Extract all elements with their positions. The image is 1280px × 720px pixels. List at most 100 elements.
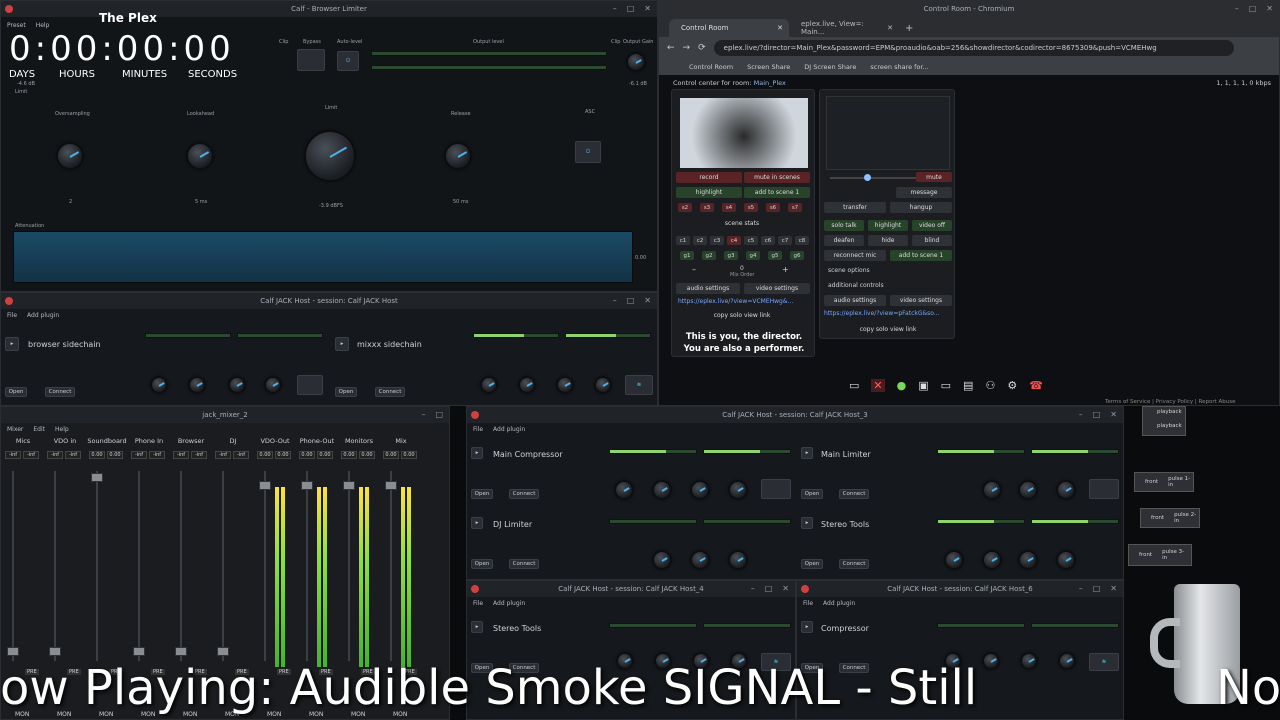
reconnect-mic-button[interactable]: reconnect mic <box>824 250 886 261</box>
add-scene-button[interactable]: add to scene 1 <box>890 250 952 261</box>
cluster-c4[interactable]: c4 <box>727 236 741 245</box>
connect-button[interactable]: Connect <box>839 559 869 569</box>
group-g2[interactable]: g2 <box>702 251 716 260</box>
cluster-c3[interactable]: c3 <box>710 236 724 245</box>
bypass-toggle-active[interactable]: ≋ <box>1089 653 1119 671</box>
footer-links[interactable]: Terms of Service | Privacy Policy | Repo… <box>1105 399 1235 405</box>
maximize-icon[interactable]: □ <box>627 296 635 305</box>
menu-edit[interactable]: Edit <box>33 426 45 433</box>
scene-s6[interactable]: s6 <box>766 203 780 212</box>
screenshare-icon[interactable]: ▭ <box>941 379 951 392</box>
menu-preset[interactable]: Preset <box>7 22 26 29</box>
limit-knob[interactable] <box>653 551 671 569</box>
open-button[interactable]: Open <box>801 489 823 499</box>
participants-icon[interactable]: ⚇ <box>985 379 995 392</box>
compressor-knob[interactable] <box>1059 653 1075 669</box>
group-g4[interactable]: g4 <box>746 251 760 260</box>
fader-handle[interactable] <box>343 481 355 490</box>
threshold-knob[interactable] <box>519 377 535 393</box>
makeup-knob[interactable] <box>229 377 245 393</box>
menu-add-plugin[interactable]: Add plugin <box>493 600 525 607</box>
autolevel-power-button[interactable]: ⏻ <box>337 51 359 71</box>
connect-button[interactable]: Connect <box>839 489 869 499</box>
limiter-knob[interactable] <box>1019 481 1037 499</box>
menu-help[interactable]: Help <box>36 22 50 29</box>
stereo-knob[interactable] <box>1019 551 1037 569</box>
message-button[interactable]: message <box>896 187 952 198</box>
release-knob[interactable] <box>729 551 747 569</box>
maximize-icon[interactable]: □ <box>1249 4 1257 13</box>
add-scene-button[interactable]: add to scene 1 <box>744 187 810 198</box>
group-g6[interactable]: g6 <box>790 251 804 260</box>
tab-close-icon[interactable]: ✕ <box>777 24 783 32</box>
mute-speaker-icon[interactable]: ✕ <box>871 379 885 392</box>
forward-icon[interactable]: → <box>683 43 691 53</box>
fader-handle[interactable] <box>259 481 271 490</box>
scene-s3[interactable]: s3 <box>700 203 714 212</box>
tab-view[interactable]: eplex.live, View=: Main... ✕ <box>789 19 899 37</box>
scene-s2[interactable]: s2 <box>678 203 692 212</box>
scene-stats-button[interactable]: scene stats <box>702 218 782 228</box>
mix-knob[interactable] <box>595 377 611 393</box>
menu-file[interactable]: File <box>473 426 483 433</box>
compressor-knob[interactable] <box>615 481 633 499</box>
fader-handle[interactable] <box>385 481 397 490</box>
cluster-c1[interactable]: c1 <box>676 236 690 245</box>
hangup-icon[interactable]: ☎ <box>1029 379 1043 392</box>
ratio-knob[interactable] <box>151 377 167 393</box>
ratio-knob[interactable] <box>481 377 497 393</box>
patch-node-pulse-3[interactable]: front pulse 3-in <box>1128 544 1192 566</box>
compressor-knob[interactable] <box>691 481 709 499</box>
highlight-button[interactable]: highlight <box>676 187 742 198</box>
minimize-icon[interactable]: – <box>1079 584 1083 593</box>
plugin-expand-button[interactable]: ▸ <box>801 447 813 459</box>
connect-button[interactable]: Connect <box>509 489 539 499</box>
lookahead-knob[interactable] <box>187 143 213 169</box>
mute-button[interactable]: mute <box>916 172 952 182</box>
menu-help[interactable]: Help <box>55 426 69 433</box>
open-button[interactable]: Open <box>5 387 27 397</box>
open-button[interactable]: Open <box>801 559 823 569</box>
new-tab-icon[interactable]: + <box>905 23 913 34</box>
record-button[interactable]: record <box>676 172 742 183</box>
minimize-icon[interactable]: – <box>1235 4 1239 13</box>
bookmark-item[interactable]: DJ Screen Share <box>804 63 856 71</box>
maximize-icon[interactable]: □ <box>1093 584 1101 593</box>
minimize-icon[interactable]: – <box>751 584 755 593</box>
patch-node-playback[interactable]: playback playback <box>1142 406 1186 436</box>
video-off-button[interactable]: video off <box>912 220 952 231</box>
fader-handle[interactable] <box>217 647 229 656</box>
solo-view-link[interactable]: https://eplex.live/?view=pFatckG&so... <box>824 310 940 317</box>
fader-handle[interactable] <box>91 473 103 482</box>
oversampling-knob[interactable] <box>57 143 83 169</box>
fader-handle[interactable] <box>301 481 313 490</box>
minimize-icon[interactable]: – <box>613 4 617 13</box>
mute-scenes-button[interactable]: mute in scenes <box>744 172 810 183</box>
cluster-c8[interactable]: c8 <box>795 236 809 245</box>
transfer-button[interactable]: transfer <box>824 202 886 213</box>
plugin-expand-button[interactable]: ▸ <box>471 517 483 529</box>
hangup-button[interactable]: hangup <box>890 202 952 213</box>
copy-solo-link-button[interactable]: copy solo view link <box>838 324 938 335</box>
lookahead-knob[interactable] <box>691 551 709 569</box>
mix-knob[interactable] <box>265 377 281 393</box>
scene-s5[interactable]: s5 <box>744 203 758 212</box>
fader-handle[interactable] <box>49 647 61 656</box>
cluster-c7[interactable]: c7 <box>778 236 792 245</box>
close-icon[interactable]: ✕ <box>644 4 651 13</box>
open-button[interactable]: Open <box>471 489 493 499</box>
compressor-knob[interactable] <box>983 653 999 669</box>
maximize-icon[interactable]: □ <box>765 584 773 593</box>
cluster-c2[interactable]: c2 <box>693 236 707 245</box>
bookmark-item[interactable]: Control Room <box>689 63 733 71</box>
cluster-c6[interactable]: c6 <box>761 236 775 245</box>
address-bar[interactable]: eplex.live/?director=Main_Plex&password=… <box>713 40 1234 56</box>
menu-mixer[interactable]: Mixer <box>7 426 23 433</box>
plugin-expand-button[interactable]: ▸ <box>5 337 19 351</box>
compressor-knob[interactable] <box>1021 653 1037 669</box>
compressor-knob[interactable] <box>729 481 747 499</box>
menu-file[interactable]: File <box>7 312 17 319</box>
video-settings-button[interactable]: video settings <box>744 283 810 294</box>
fader-handle[interactable] <box>7 647 19 656</box>
copy-solo-link-button[interactable]: copy solo view link <box>692 310 792 321</box>
